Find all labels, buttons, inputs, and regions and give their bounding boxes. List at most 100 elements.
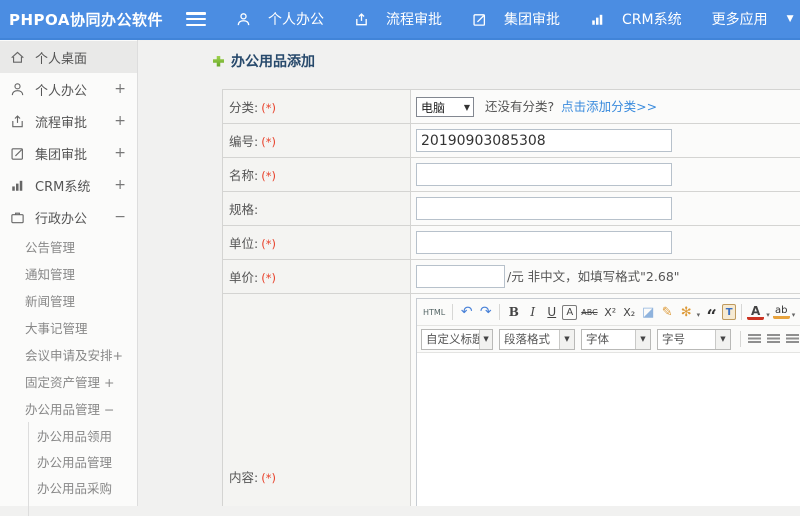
spec-input[interactable] (416, 197, 672, 220)
align-right-icon[interactable] (784, 329, 800, 349)
sidebar-item-meeting-request[interactable]: 会议申请及安排+ (0, 341, 137, 368)
add-category-link[interactable]: 点击添加分类>> (561, 99, 657, 114)
superscript-button[interactable]: X² (602, 302, 619, 322)
autotypeset-icon[interactable]: ✻ (678, 302, 695, 322)
sidebar-item-announcement-mgmt[interactable]: 公告管理 (0, 233, 137, 260)
price-field-cell: /元 非中文，如填写格式"2.68" (411, 260, 800, 294)
caret-down-icon: ▼ (479, 330, 492, 349)
required-marker: (*) (261, 237, 276, 251)
caret-down-icon: ▼ (559, 330, 574, 349)
sidebar-item-supplies-management[interactable]: 办公用品管理 (29, 448, 137, 474)
blockquote-button[interactable]: “ (703, 302, 720, 322)
rich-text-editor: HTML ↶ ↷ B I U A ABC X² X₂ ◪ ✎ (416, 298, 800, 506)
strikethrough-button[interactable]: ABC (579, 302, 599, 322)
top-nav: 个人办公 流程审批 集团审批 CRM系统 更多应用 ▼ (236, 9, 794, 29)
redo-icon[interactable]: ↷ (477, 302, 494, 322)
align-center-icon[interactable] (765, 329, 782, 349)
font-color-button[interactable]: A (747, 305, 764, 320)
highlight-color-button[interactable]: ab (773, 305, 790, 319)
paste-text-icon[interactable]: T (722, 304, 736, 320)
page-title-text: 办公用品添加 (231, 51, 315, 71)
bold-button[interactable]: B (505, 302, 522, 322)
expand-plus-icon[interactable]: + (114, 113, 126, 129)
name-input[interactable] (416, 163, 672, 186)
nav-item-crm-system[interactable]: CRM系统 (590, 9, 682, 29)
content-field-cell: HTML ↶ ↷ B I U A ABC X² X₂ ◪ ✎ (411, 294, 800, 507)
sidebar-item-personal-office[interactable]: 个人办公 + (0, 73, 137, 105)
italic-button[interactable]: I (524, 302, 541, 322)
format-brush-icon[interactable]: ✎ (659, 302, 676, 322)
nav-label: 更多应用 (712, 9, 768, 29)
eraser-icon[interactable]: ◪ (640, 302, 657, 322)
edit-icon (10, 145, 26, 161)
font-border-button[interactable]: A (562, 305, 577, 320)
user-icon (10, 81, 26, 97)
hamburger-menu-icon[interactable] (186, 12, 206, 26)
font-family-select[interactable]: 字体 ▼ (581, 329, 651, 350)
expand-plus-icon[interactable]: + (114, 81, 126, 97)
nav-item-more-apps[interactable]: 更多应用 ▼ (712, 9, 794, 29)
required-marker: (*) (261, 169, 276, 183)
sidebar-item-news-mgmt[interactable]: 新闻管理 (0, 287, 137, 314)
sidebar-item-office-supplies-mgmt[interactable]: 办公用品管理 − (0, 395, 137, 422)
editor-content-area[interactable] (417, 353, 800, 506)
font-size-select[interactable]: 字号 ▼ (657, 329, 731, 350)
subscript-button[interactable]: X₂ (621, 302, 638, 322)
align-left-icon[interactable] (746, 329, 763, 349)
sidebar-subitem-label: 办公用品管理 (37, 452, 112, 471)
caret-down-icon[interactable]: ▾ (766, 311, 770, 319)
expand-plus-icon[interactable]: + (114, 145, 126, 161)
sidebar-item-fixed-assets-mgmt[interactable]: 固定资产管理 + (0, 368, 137, 395)
sidebar-subitem-label: 公告管理 (25, 237, 75, 256)
field-label: 规格: (229, 202, 258, 217)
sidebar-item-group-approval[interactable]: 集团审批 + (0, 137, 137, 169)
unit-input[interactable] (416, 231, 672, 254)
category-select[interactable]: 电脑 ▼ (416, 97, 474, 117)
briefcase-icon (10, 209, 26, 225)
unit-label-cell: 单位:(*) (223, 226, 411, 260)
nav-item-group-approval[interactable]: 集团审批 (472, 9, 560, 29)
code-input[interactable] (416, 129, 672, 152)
sidebar-item-events-mgmt[interactable]: 大事记管理 (0, 314, 137, 341)
spec-label-cell: 规格: (223, 192, 411, 226)
price-input[interactable] (416, 265, 505, 288)
form-row-category: 分类:(*) 电脑 ▼ 还没有分类? 点击添加分类>> (223, 90, 800, 124)
sidebar-item-label: 行政办公 (35, 208, 87, 227)
underline-button[interactable]: U (543, 302, 560, 322)
sidebar-item-label: 个人桌面 (35, 48, 87, 67)
sidebar-subitem-label: 办公用品领用 (37, 426, 112, 445)
editor-toolbar-row2: 自定义标题 ▼ 段落格式 ▼ 字体 ▼ 字号 ▼ (417, 326, 800, 353)
heading-style-select[interactable]: 自定义标题 ▼ (421, 329, 493, 350)
sidebar-item-supplies-purchase[interactable]: 办公用品采购 (29, 474, 137, 500)
supply-add-form: 分类:(*) 电脑 ▼ 还没有分类? 点击添加分类>> 编号:(*) 名称:(*… (222, 89, 800, 506)
sidebar-item-crm-system[interactable]: CRM系统 + (0, 169, 137, 201)
sidebar-item-personal-desktop[interactable]: 个人桌面 (0, 41, 137, 73)
caret-down-icon[interactable]: ▾ (792, 311, 796, 319)
sidebar-item-workflow-approval[interactable]: 流程审批 + (0, 105, 137, 137)
source-code-button[interactable]: HTML (421, 302, 447, 322)
field-label: 内容: (229, 470, 258, 485)
collapse-minus-icon[interactable]: − (114, 209, 126, 225)
nav-item-workflow-approval[interactable]: 流程审批 (354, 9, 442, 29)
form-row-name: 名称:(*) (223, 158, 800, 192)
paragraph-format-select[interactable]: 段落格式 ▼ (499, 329, 575, 350)
nav-item-personal-office[interactable]: 个人办公 (236, 9, 324, 29)
undo-icon[interactable]: ↶ (458, 302, 475, 322)
form-row-spec: 规格: (223, 192, 800, 226)
sidebar-item-admin-office[interactable]: 行政办公 − (0, 201, 137, 233)
caret-down-icon[interactable]: ▼ (787, 14, 794, 24)
top-navigation-bar: PHPOA协同办公软件 个人办公 流程审批 集团审批 CRM系统 (0, 0, 800, 40)
dropdown-label: 字号 (658, 331, 689, 347)
bar-chart-icon (10, 177, 26, 193)
sidebar-item-notice-mgmt[interactable]: 通知管理 (0, 260, 137, 287)
user-icon (236, 11, 252, 27)
expand-plus-icon[interactable]: + (114, 177, 126, 193)
code-label-cell: 编号:(*) (223, 124, 411, 158)
form-row-content: 内容:(*) HTML ↶ ↷ B I U A ABC X² (223, 294, 800, 507)
sidebar-item-supplies-requisition[interactable]: 办公用品领用 (29, 422, 137, 448)
dropdown-label: 字体 (582, 331, 613, 347)
bar-chart-icon (590, 11, 606, 27)
code-field-cell (411, 124, 800, 158)
export-icon (10, 113, 26, 129)
caret-down-icon[interactable]: ▾ (697, 311, 701, 319)
